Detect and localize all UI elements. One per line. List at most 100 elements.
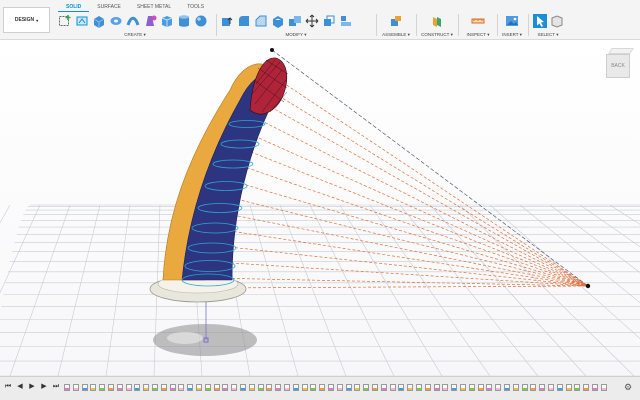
timeline-feature[interactable] [477,384,484,391]
timeline-feature[interactable] [116,384,123,391]
timeline-feature[interactable] [600,384,607,391]
combine-icon[interactable] [288,14,302,28]
timeline-feature[interactable] [398,384,405,391]
timeline-feature[interactable] [336,384,343,391]
joint-icon[interactable] [389,14,403,28]
offset-plane-icon[interactable] [430,14,444,28]
timeline-feature[interactable] [345,384,352,391]
timeline-feature[interactable] [143,384,150,391]
sweep-icon[interactable] [126,14,140,28]
timeline-feature[interactable] [187,384,194,391]
timeline-feature[interactable] [204,384,211,391]
move-icon[interactable] [305,14,319,28]
tab-sheet-metal[interactable]: SHEET METAL [129,3,179,12]
assemble-menu[interactable]: ASSEMBLE ▾ [378,32,414,38]
view-cube[interactable]: BACK [606,48,634,82]
shell-icon[interactable] [271,14,285,28]
sphere-icon[interactable] [194,14,208,28]
timeline-feature[interactable] [389,384,396,391]
tab-surface[interactable]: SURFACE [89,3,129,12]
timeline-feature[interactable] [222,384,229,391]
timeline-feature[interactable] [99,384,106,391]
new-component-icon[interactable] [58,14,72,28]
timeline-feature[interactable] [354,384,361,391]
timeline-feature[interactable] [301,384,308,391]
modify-menu[interactable]: MODIFY ▾ [220,32,372,38]
timeline-feature[interactable] [231,384,238,391]
timeline-feature[interactable] [169,384,176,391]
timeline-feature[interactable] [108,384,114,391]
selection-filter-icon[interactable] [550,14,564,28]
timeline-feature[interactable] [548,384,554,391]
fillet-icon[interactable] [237,14,251,28]
step-forward-icon[interactable]: ▶ [40,383,48,391]
timeline-feature[interactable] [372,384,378,391]
timeline-strip[interactable] [64,379,614,397]
timeline-feature[interactable] [64,384,70,391]
timeline-feature[interactable] [495,384,502,391]
select-cursor-icon[interactable] [532,13,547,28]
select-menu[interactable]: SELECT ▾ [530,32,566,38]
timeline-feature[interactable] [433,384,440,391]
align-icon[interactable] [339,14,353,28]
scale-icon[interactable] [322,14,336,28]
timeline-feature[interactable] [178,384,185,391]
timeline-feature[interactable] [125,384,132,391]
workspace-switcher[interactable]: DESIGN ▾ [3,7,50,33]
skip-to-start-icon[interactable]: ⏮ [4,383,12,391]
canvas-viewport[interactable]: BACK [0,40,640,376]
inspect-menu[interactable]: INSPECT ▾ [460,32,496,38]
tip-endpoint[interactable] [270,48,274,52]
timeline-feature[interactable] [284,384,290,391]
timeline-feature[interactable] [451,384,458,391]
view-cube-face[interactable]: BACK [606,54,630,78]
timeline-feature[interactable] [90,384,97,391]
timeline-feature[interactable] [592,384,598,391]
timeline-settings-icon[interactable]: ⚙ [624,382,634,392]
timeline-feature[interactable] [424,384,431,391]
timeline-feature[interactable] [72,384,79,391]
timeline-feature[interactable] [583,384,590,391]
timeline-feature[interactable] [512,384,519,391]
extrude-icon[interactable] [92,14,106,28]
timeline-feature[interactable] [530,384,537,391]
tab-tools[interactable]: TOOLS [179,3,212,12]
chamfer-icon[interactable] [254,14,268,28]
timeline-feature[interactable] [160,384,167,391]
timeline-feature[interactable] [565,384,572,391]
timeline-feature[interactable] [486,384,493,391]
play-icon[interactable]: ▶ [28,383,36,391]
timeline-feature[interactable] [468,384,475,391]
timeline-feature[interactable] [328,384,334,391]
timeline-feature[interactable] [521,384,528,391]
cylinder-icon[interactable] [177,14,191,28]
timeline-feature[interactable] [248,384,255,391]
loft-icon[interactable] [143,14,157,28]
timeline-feature[interactable] [380,384,387,391]
tab-solid[interactable]: SOLID [58,3,90,12]
timeline-feature[interactable] [266,384,273,391]
insert-menu[interactable]: INSERT ▾ [498,32,526,38]
timeline-feature[interactable] [556,384,563,391]
timeline-feature[interactable] [539,384,546,391]
light-source-point[interactable] [585,283,591,289]
timeline-feature[interactable] [407,384,414,391]
box-icon[interactable] [160,14,174,28]
construct-menu[interactable]: CONSTRUCT ▾ [418,32,456,38]
timeline-feature[interactable] [319,384,326,391]
timeline-feature[interactable] [416,384,422,391]
create-menu[interactable]: CREATE ▾ [58,32,212,38]
timeline-feature[interactable] [196,384,202,391]
timeline-feature[interactable] [152,384,158,391]
timeline-feature[interactable] [292,384,299,391]
revolve-icon[interactable] [109,14,123,28]
3d-scene[interactable] [0,40,640,376]
timeline-feature[interactable] [134,384,141,391]
insert-image-icon[interactable] [505,14,519,28]
timeline-feature[interactable] [442,384,449,391]
create-sketch-icon[interactable] [75,14,89,28]
timeline-feature[interactable] [275,384,282,391]
timeline-feature[interactable] [363,384,370,391]
timeline-feature[interactable] [310,384,317,391]
timeline-feature[interactable] [213,384,220,391]
